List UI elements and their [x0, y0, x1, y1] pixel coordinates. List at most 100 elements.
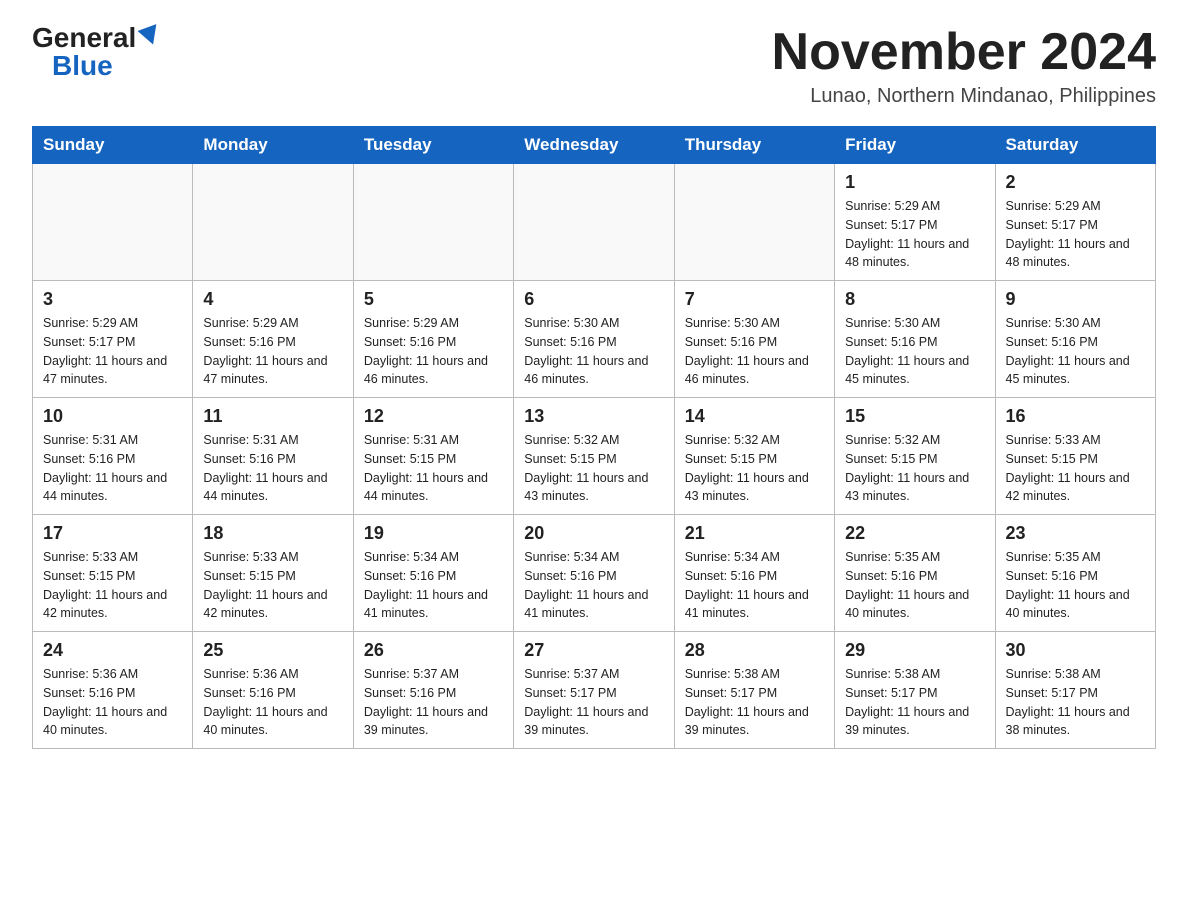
calendar-cell: 4Sunrise: 5:29 AMSunset: 5:16 PMDaylight…: [193, 281, 353, 398]
month-title: November 2024: [772, 24, 1156, 81]
day-info: Sunrise: 5:29 AMSunset: 5:16 PMDaylight:…: [364, 314, 503, 389]
day-info: Sunrise: 5:29 AMSunset: 5:17 PMDaylight:…: [845, 197, 984, 272]
day-info: Sunrise: 5:30 AMSunset: 5:16 PMDaylight:…: [845, 314, 984, 389]
calendar-cell: 9 Sunrise: 5:30 AMSunset: 5:16 PMDaylight…: [995, 281, 1155, 398]
calendar-cell: [353, 164, 513, 281]
day-number: 17: [43, 523, 182, 544]
day-info: Sunrise: 5:33 AMSunset: 5:15 PMDaylight:…: [43, 548, 182, 623]
calendar-cell: 21 Sunrise: 5:34 AMSunset: 5:16 PMDayligh…: [674, 515, 834, 632]
calendar-cell: 16 Sunrise: 5:33 AMSunset: 5:15 PMDayligh…: [995, 398, 1155, 515]
calendar-cell: 14 Sunrise: 5:32 AMSunset: 5:15 PMDayligh…: [674, 398, 834, 515]
day-info: Sunrise: 5:32 AMSunset: 5:15 PMDaylight:…: [685, 431, 824, 506]
day-info: Sunrise: 5:35 AMSunset: 5:16 PMDaylight:…: [845, 548, 984, 623]
day-info: Sunrise: 5:29 AMSunset: 5:17 PMDaylight:…: [43, 314, 182, 389]
day-number: 5: [364, 289, 503, 310]
calendar-table: Sunday Monday Tuesday Wednesday Thursday…: [32, 126, 1156, 749]
day-info: Sunrise: 5:34 AMSunset: 5:16 PMDaylight:…: [685, 548, 824, 623]
calendar-cell: 7Sunrise: 5:30 AMSunset: 5:16 PMDaylight…: [674, 281, 834, 398]
day-number: 9: [1006, 289, 1145, 310]
day-number: 27: [524, 640, 663, 661]
calendar-cell: 3 Sunrise: 5:29 AMSunset: 5:17 PMDaylight…: [33, 281, 193, 398]
day-info: Sunrise: 5:32 AMSunset: 5:15 PMDaylight:…: [524, 431, 663, 506]
col-monday: Monday: [193, 127, 353, 164]
day-number: 15: [845, 406, 984, 427]
day-info: Sunrise: 5:33 AMSunset: 5:15 PMDaylight:…: [203, 548, 342, 623]
calendar-cell: 28 Sunrise: 5:38 AMSunset: 5:17 PMDayligh…: [674, 632, 834, 749]
calendar-cell: 23Sunrise: 5:35 AMSunset: 5:16 PMDayligh…: [995, 515, 1155, 632]
day-info: Sunrise: 5:34 AMSunset: 5:16 PMDaylight:…: [524, 548, 663, 623]
calendar-week-row: 17 Sunrise: 5:33 AMSunset: 5:15 PMDayligh…: [33, 515, 1156, 632]
day-info: Sunrise: 5:38 AMSunset: 5:17 PMDaylight:…: [845, 665, 984, 740]
calendar-header: Sunday Monday Tuesday Wednesday Thursday…: [33, 127, 1156, 164]
calendar-cell: 15 Sunrise: 5:32 AMSunset: 5:15 PMDayligh…: [835, 398, 995, 515]
day-info: Sunrise: 5:38 AMSunset: 5:17 PMDaylight:…: [1006, 665, 1145, 740]
calendar-cell: 26 Sunrise: 5:37 AMSunset: 5:16 PMDayligh…: [353, 632, 513, 749]
day-number: 13: [524, 406, 663, 427]
calendar-week-row: 3 Sunrise: 5:29 AMSunset: 5:17 PMDaylight…: [33, 281, 1156, 398]
day-number: 10: [43, 406, 182, 427]
calendar-cell: 6Sunrise: 5:30 AMSunset: 5:16 PMDaylight…: [514, 281, 674, 398]
col-tuesday: Tuesday: [353, 127, 513, 164]
calendar-cell: 11 Sunrise: 5:31 AMSunset: 5:16 PMDayligh…: [193, 398, 353, 515]
title-area: November 2024 Lunao, Northern Mindanao, …: [772, 24, 1156, 108]
calendar-cell: 22Sunrise: 5:35 AMSunset: 5:16 PMDayligh…: [835, 515, 995, 632]
day-info: Sunrise: 5:35 AMSunset: 5:16 PMDaylight:…: [1006, 548, 1145, 623]
day-info: Sunrise: 5:31 AMSunset: 5:16 PMDaylight:…: [43, 431, 182, 506]
calendar-cell: [674, 164, 834, 281]
calendar-cell: 10 Sunrise: 5:31 AMSunset: 5:16 PMDayligh…: [33, 398, 193, 515]
logo-blue-text: Blue: [52, 52, 113, 80]
calendar-cell: 12Sunrise: 5:31 AMSunset: 5:15 PMDayligh…: [353, 398, 513, 515]
day-number: 26: [364, 640, 503, 661]
day-info: Sunrise: 5:37 AMSunset: 5:17 PMDaylight:…: [524, 665, 663, 740]
day-number: 29: [845, 640, 984, 661]
day-number: 25: [203, 640, 342, 661]
page-header: General Blue November 2024 Lunao, Northe…: [32, 24, 1156, 108]
day-number: 6: [524, 289, 663, 310]
day-info: Sunrise: 5:36 AMSunset: 5:16 PMDaylight:…: [203, 665, 342, 740]
calendar-cell: 8 Sunrise: 5:30 AMSunset: 5:16 PMDaylight…: [835, 281, 995, 398]
day-number: 2: [1006, 172, 1145, 193]
day-number: 14: [685, 406, 824, 427]
calendar-cell: [33, 164, 193, 281]
calendar-cell: [193, 164, 353, 281]
day-number: 8: [845, 289, 984, 310]
calendar-body: 1Sunrise: 5:29 AMSunset: 5:17 PMDaylight…: [33, 164, 1156, 749]
day-info: Sunrise: 5:33 AMSunset: 5:15 PMDaylight:…: [1006, 431, 1145, 506]
calendar-cell: 17 Sunrise: 5:33 AMSunset: 5:15 PMDayligh…: [33, 515, 193, 632]
day-number: 16: [1006, 406, 1145, 427]
day-number: 7: [685, 289, 824, 310]
col-thursday: Thursday: [674, 127, 834, 164]
day-number: 4: [203, 289, 342, 310]
day-info: Sunrise: 5:30 AMSunset: 5:16 PMDaylight:…: [1006, 314, 1145, 389]
day-info: Sunrise: 5:31 AMSunset: 5:16 PMDaylight:…: [203, 431, 342, 506]
calendar-cell: 13 Sunrise: 5:32 AMSunset: 5:15 PMDayligh…: [514, 398, 674, 515]
day-number: 3: [43, 289, 182, 310]
calendar-cell: 27 Sunrise: 5:37 AMSunset: 5:17 PMDayligh…: [514, 632, 674, 749]
col-wednesday: Wednesday: [514, 127, 674, 164]
day-number: 11: [203, 406, 342, 427]
day-number: 21: [685, 523, 824, 544]
logo-triangle-icon: [138, 24, 163, 48]
day-number: 18: [203, 523, 342, 544]
day-number: 20: [524, 523, 663, 544]
day-info: Sunrise: 5:37 AMSunset: 5:16 PMDaylight:…: [364, 665, 503, 740]
day-info: Sunrise: 5:32 AMSunset: 5:15 PMDaylight:…: [845, 431, 984, 506]
day-number: 30: [1006, 640, 1145, 661]
day-number: 28: [685, 640, 824, 661]
logo-general-text: General: [32, 24, 136, 52]
day-info: Sunrise: 5:34 AMSunset: 5:16 PMDaylight:…: [364, 548, 503, 623]
weekday-header-row: Sunday Monday Tuesday Wednesday Thursday…: [33, 127, 1156, 164]
calendar-cell: 19 Sunrise: 5:34 AMSunset: 5:16 PMDayligh…: [353, 515, 513, 632]
day-info: Sunrise: 5:38 AMSunset: 5:17 PMDaylight:…: [685, 665, 824, 740]
calendar-cell: [514, 164, 674, 281]
calendar-cell: 18 Sunrise: 5:33 AMSunset: 5:15 PMDayligh…: [193, 515, 353, 632]
col-saturday: Saturday: [995, 127, 1155, 164]
calendar-cell: 30 Sunrise: 5:38 AMSunset: 5:17 PMDayligh…: [995, 632, 1155, 749]
calendar-cell: 25 Sunrise: 5:36 AMSunset: 5:16 PMDayligh…: [193, 632, 353, 749]
day-info: Sunrise: 5:36 AMSunset: 5:16 PMDaylight:…: [43, 665, 182, 740]
calendar-cell: 24Sunrise: 5:36 AMSunset: 5:16 PMDayligh…: [33, 632, 193, 749]
calendar-cell: 5 Sunrise: 5:29 AMSunset: 5:16 PMDaylight…: [353, 281, 513, 398]
calendar-cell: 20 Sunrise: 5:34 AMSunset: 5:16 PMDayligh…: [514, 515, 674, 632]
location-title: Lunao, Northern Mindanao, Philippines: [772, 85, 1156, 108]
day-number: 19: [364, 523, 503, 544]
